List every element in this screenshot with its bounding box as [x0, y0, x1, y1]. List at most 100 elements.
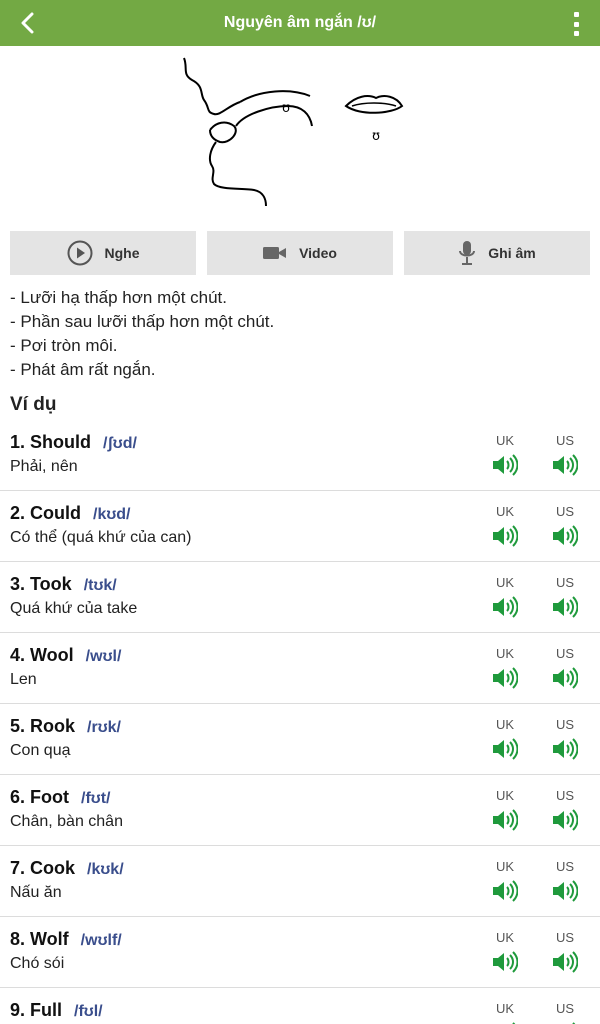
uk-audio-button[interactable]: UK — [485, 504, 525, 547]
microphone-icon — [459, 241, 476, 265]
description-line: - Phát âm rất ngắn. — [10, 360, 156, 379]
example-word: 8. Wolf — [10, 929, 69, 949]
video-button[interactable]: Video — [207, 231, 393, 275]
example-ipa: /fʊt/ — [81, 790, 111, 807]
example-meaning: Chân, bàn chân — [10, 813, 123, 830]
example-word: 4. Wool — [10, 645, 74, 665]
pronunciation-description: - Lưỡi hạ thấp hơn một chút. - Phần sau … — [10, 286, 590, 382]
example-row: 8. Wolf/wʊlf/ Chó sói UK US — [0, 917, 600, 988]
examples-heading: Ví dụ — [10, 394, 57, 415]
listen-button[interactable]: Nghe — [10, 231, 196, 275]
uk-label: UK — [495, 575, 515, 590]
uk-audio-button[interactable]: UK — [485, 859, 525, 902]
examples-list: 1. Should/ʃʊd/ Phải, nên UK US 2. Could /… — [0, 420, 600, 1024]
speaker-icon — [493, 525, 518, 547]
action-buttons: Nghe Video Ghi âm — [10, 231, 590, 275]
us-label: US — [555, 788, 575, 803]
example-row: 5. Rook/rʊk/ Con quạ UK US — [0, 704, 600, 775]
example-word: 3. Took — [10, 574, 72, 594]
app-bar: Nguyên âm ngắn /ʊ/ — [0, 0, 600, 46]
example-row: 7. Cook/kʊk/ Nấu ăn UK US — [0, 846, 600, 917]
us-audio-button[interactable]: US — [545, 1001, 585, 1024]
video-camera-icon — [263, 247, 287, 259]
record-button[interactable]: Ghi âm — [404, 231, 590, 275]
example-ipa: /ʃʊd/ — [103, 435, 137, 452]
example-ipa: /kʊk/ — [87, 861, 124, 878]
example-meaning: Nấu ăn — [10, 884, 62, 901]
uk-label: UK — [495, 788, 515, 803]
us-label: US — [555, 930, 575, 945]
tongue-outline — [235, 104, 313, 127]
us-label: US — [555, 504, 575, 519]
example-ipa: /wʊlf/ — [80, 932, 122, 949]
speaker-icon — [553, 667, 578, 689]
us-audio-button[interactable]: US — [545, 717, 585, 760]
tongue-symbol: ʊ — [282, 101, 290, 116]
uk-audio-button[interactable]: UK — [485, 433, 525, 476]
description-line: - Lưỡi hạ thấp hơn một chút. — [10, 288, 228, 307]
us-label: US — [555, 1001, 575, 1016]
example-ipa: /kʊd/ — [93, 506, 131, 523]
uk-label: UK — [495, 859, 515, 874]
us-audio-button[interactable]: US — [545, 930, 585, 973]
us-label: US — [555, 859, 575, 874]
uk-label: UK — [495, 930, 515, 945]
us-label: US — [555, 433, 575, 448]
us-audio-button[interactable]: US — [545, 504, 585, 547]
lips-outline — [344, 95, 404, 114]
us-audio-button[interactable]: US — [545, 433, 585, 476]
example-meaning: Có thể (quá khứ của can) — [10, 529, 192, 546]
speaker-icon — [493, 596, 518, 618]
example-word: 9. Full — [10, 1000, 63, 1020]
example-meaning: Quá khứ của take — [10, 600, 138, 617]
us-audio-button[interactable]: US — [545, 575, 585, 618]
example-meaning: Con quạ — [10, 742, 71, 759]
example-ipa: /tʊk/ — [83, 577, 117, 594]
example-word: 7. Cook — [10, 858, 76, 878]
example-ipa: /wʊl/ — [85, 648, 122, 665]
speaker-icon — [493, 667, 518, 689]
uk-label: UK — [495, 1001, 515, 1016]
face-profile-outline — [183, 57, 241, 116]
speaker-icon — [493, 738, 518, 760]
us-audio-button[interactable]: US — [545, 859, 585, 902]
video-label: Video — [299, 245, 337, 261]
description-line: - Pơi tròn môi. — [10, 336, 118, 355]
example-row: 1. Should/ʃʊd/ Phải, nên UK US — [0, 420, 600, 491]
uk-audio-button[interactable]: UK — [485, 575, 525, 618]
speaker-icon — [493, 951, 518, 973]
speaker-icon — [493, 454, 518, 476]
uk-audio-button[interactable]: UK — [485, 717, 525, 760]
speaker-icon — [553, 809, 578, 831]
uk-audio-button[interactable]: UK — [485, 930, 525, 973]
example-meaning: Phải, nên — [10, 458, 78, 475]
speaker-icon — [553, 525, 578, 547]
example-row: 2. Could/kʊd/ Có thể (quá khứ của can) U… — [0, 491, 600, 562]
example-word: 2. Could — [10, 503, 81, 523]
example-row: 6. Foot/fʊt/ Chân, bàn chân UK US — [0, 775, 600, 846]
speaker-icon — [493, 880, 518, 902]
page-title: Nguyên âm ngắn /ʊ/ — [223, 14, 377, 31]
more-vert-icon — [573, 12, 579, 17]
example-word: 6. Foot — [10, 787, 69, 807]
uk-audio-button[interactable]: UK — [485, 646, 525, 689]
speaker-icon — [553, 454, 578, 476]
play-circle-icon — [67, 240, 92, 266]
uk-label: UK — [495, 433, 515, 448]
uk-audio-button[interactable]: UK — [485, 1001, 525, 1024]
example-meaning: Chó sói — [10, 955, 65, 972]
example-ipa: /fʊl/ — [74, 1003, 103, 1020]
speaker-icon — [553, 951, 578, 973]
description-line: - Phần sau lưỡi thấp hơn một chút. — [10, 312, 275, 331]
example-row: 4. Wool/wʊl/ Len UK US — [0, 633, 600, 704]
speaker-icon — [553, 738, 578, 760]
example-row: 3. Took/tʊk/ Quá khứ của take UK US — [0, 562, 600, 633]
uk-audio-button[interactable]: UK — [485, 788, 525, 831]
example-row: 9. Full/fʊl/ UK US — [0, 988, 600, 1024]
mouth-diagram: ʊ ʊ — [170, 50, 430, 210]
us-audio-button[interactable]: US — [545, 788, 585, 831]
us-label: US — [555, 646, 575, 661]
us-label: US — [555, 717, 575, 732]
overflow-menu-button[interactable] — [566, 10, 586, 38]
us-audio-button[interactable]: US — [545, 646, 585, 689]
